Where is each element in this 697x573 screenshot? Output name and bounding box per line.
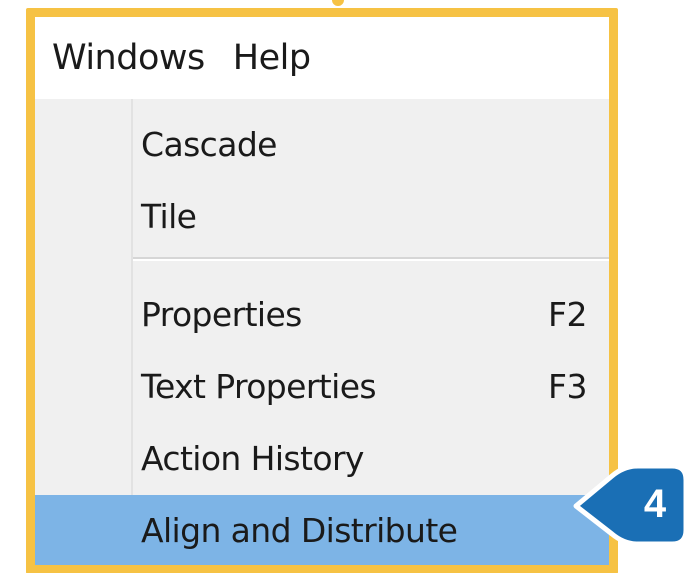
- menu-separator: [133, 257, 609, 261]
- menubar-item-help[interactable]: Help: [225, 38, 331, 78]
- menu-item-tile[interactable]: Tile: [35, 181, 609, 251]
- menu-item-label: Cascade: [141, 124, 277, 164]
- menu-item-properties[interactable]: Properties F2: [35, 279, 609, 349]
- screenshot-stage: Windows Help Cascade Tile Properties F2 …: [0, 0, 697, 573]
- windows-dropdown-menu: Cascade Tile Properties F2 Text Properti…: [35, 99, 609, 565]
- menu-item-label: Action History: [141, 438, 364, 478]
- menubar-item-windows[interactable]: Windows: [35, 38, 225, 78]
- frame-notch: [332, 0, 344, 6]
- highlight-frame: Windows Help Cascade Tile Properties F2 …: [26, 8, 618, 573]
- menu-item-shortcut: F3: [548, 366, 587, 406]
- callout-step-number: 4: [643, 481, 667, 526]
- menu-item-action-history[interactable]: Action History: [35, 423, 609, 493]
- menu-item-text-properties[interactable]: Text Properties F3: [35, 351, 609, 421]
- menu-item-label: Text Properties: [141, 366, 377, 406]
- menu-bar: Windows Help: [35, 17, 609, 99]
- menu-item-align-and-distribute[interactable]: Align and Distribute: [35, 495, 609, 565]
- menu-item-label: Properties: [141, 294, 302, 334]
- menu-item-cascade[interactable]: Cascade: [35, 109, 609, 179]
- step-callout-badge: 4: [572, 458, 690, 550]
- menu-item-shortcut: F2: [548, 294, 587, 334]
- menu-item-label: Align and Distribute: [141, 510, 458, 550]
- menu-item-label: Tile: [141, 196, 197, 236]
